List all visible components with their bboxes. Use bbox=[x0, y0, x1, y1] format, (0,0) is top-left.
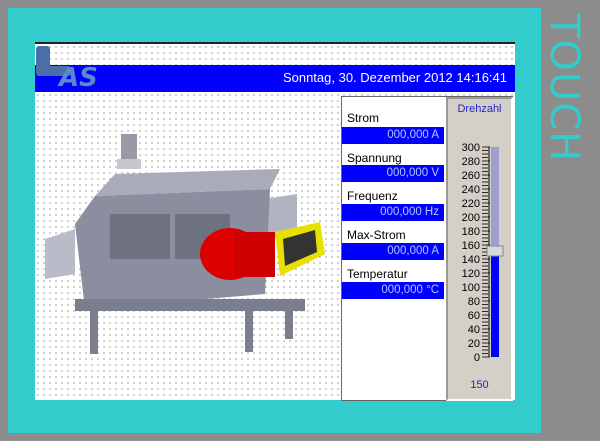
touch-label: TOUCH bbox=[541, 14, 587, 163]
drehzahl-gauge: Drehzahl 300 280 260 240 220 200 180 160 140 120 1… bbox=[446, 97, 513, 401]
gauge-slider-handle[interactable] bbox=[486, 245, 504, 257]
gauge-tick-label: 180 bbox=[462, 226, 480, 238]
datetime: Sonntag, 30. Dezember 2012 14:16:41 bbox=[282, 70, 507, 85]
gauge-tick-label: 80 bbox=[468, 296, 480, 308]
gauge-tick-label: 0 bbox=[474, 352, 480, 364]
gauge-fill bbox=[491, 252, 499, 357]
label-strom: Strom bbox=[347, 111, 380, 125]
value-spannung: 000,000 V bbox=[342, 165, 444, 182]
las-logo: AS bbox=[36, 46, 98, 93]
value-strom: 000,000 A bbox=[342, 127, 444, 144]
value-frequenz: 000,000 Hz bbox=[342, 204, 444, 221]
value-temperatur: 000,000 °C bbox=[342, 282, 444, 299]
gauge-tick-label: 140 bbox=[462, 254, 480, 266]
label-frequenz: Frequenz bbox=[347, 189, 398, 203]
machine-image bbox=[45, 134, 325, 354]
gauge-tick-label: 240 bbox=[462, 184, 480, 196]
gauge-tick-label: 60 bbox=[468, 310, 480, 322]
gauge-tick-label: 160 bbox=[462, 240, 480, 252]
value-max-strom: 000,000 A bbox=[342, 243, 444, 260]
gauge-tick-label: 20 bbox=[468, 338, 480, 350]
measurement-panel: Strom 000,000 A Spannung 000,000 V Frequ… bbox=[341, 96, 513, 401]
label-max-strom: Max-Strom bbox=[347, 228, 406, 242]
gauge-value: 150 bbox=[470, 379, 489, 391]
gauge-tick-label: 260 bbox=[462, 170, 480, 182]
label-spannung: Spannung bbox=[347, 151, 402, 165]
gauge-tick-label: 220 bbox=[462, 198, 480, 210]
gauge-tick-label: 120 bbox=[462, 268, 480, 280]
gauge-tick-label: 300 bbox=[462, 142, 480, 154]
label-temperatur: Temperatur bbox=[347, 267, 408, 281]
gauge-scale: 3002802602402202001801601401201008060402… bbox=[462, 142, 504, 364]
svg-text:AS: AS bbox=[57, 63, 98, 93]
gauge-tick-label: 280 bbox=[462, 156, 480, 168]
gauge-tick-label: 100 bbox=[462, 282, 480, 294]
gauge-tick-label: 200 bbox=[462, 212, 480, 224]
hmi-screen: Sonntag, 30. Dezember 2012 14:16:41 AS S… bbox=[35, 42, 515, 401]
gauge-tick-label: 40 bbox=[468, 324, 480, 336]
